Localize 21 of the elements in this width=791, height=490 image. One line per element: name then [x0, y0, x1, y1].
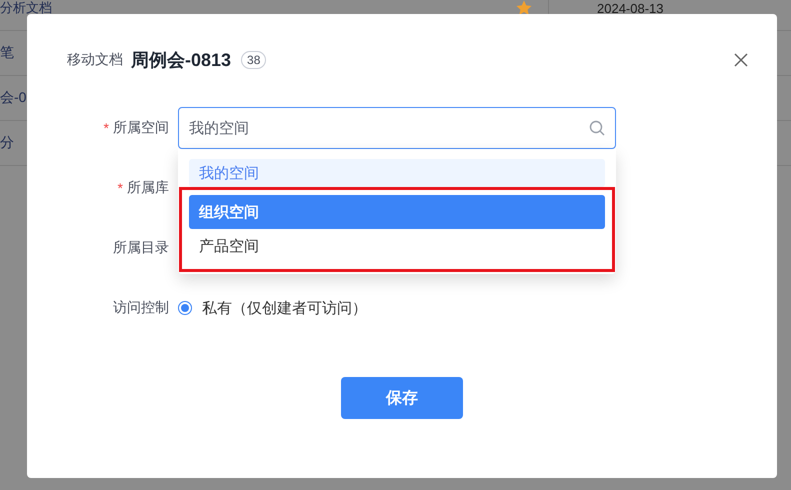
required-mark: * — [104, 120, 109, 136]
field-label: 所属空间 — [113, 119, 169, 137]
radio-label: 私有（仅创建者可访问） — [202, 298, 367, 318]
dialog-label: 移动文档 — [67, 51, 123, 69]
dropdown-option[interactable]: 产品空间 — [189, 229, 605, 263]
document-name[interactable]: 分析文档 — [0, 0, 500, 17]
dropdown-option[interactable]: 组织空间 — [189, 195, 605, 229]
save-button[interactable]: 保存 — [341, 377, 463, 419]
required-mark: * — [118, 180, 123, 196]
field-label: 所属目录 — [113, 239, 169, 257]
select-field[interactable]: 我的空间 — [178, 107, 616, 149]
dialog-title: 周例会-0813 — [131, 49, 232, 72]
close-icon[interactable] — [734, 53, 748, 67]
date-text: 2024-08-13 — [597, 0, 664, 16]
star-icon[interactable] — [515, 0, 533, 17]
search-icon — [589, 120, 605, 136]
field-label: 访问控制 — [113, 299, 169, 317]
radio-button[interactable] — [178, 301, 192, 315]
count-badge: 38 — [241, 51, 266, 69]
dropdown-option[interactable]: 我的空间 — [189, 159, 605, 187]
field-label: 所属库 — [127, 179, 169, 197]
